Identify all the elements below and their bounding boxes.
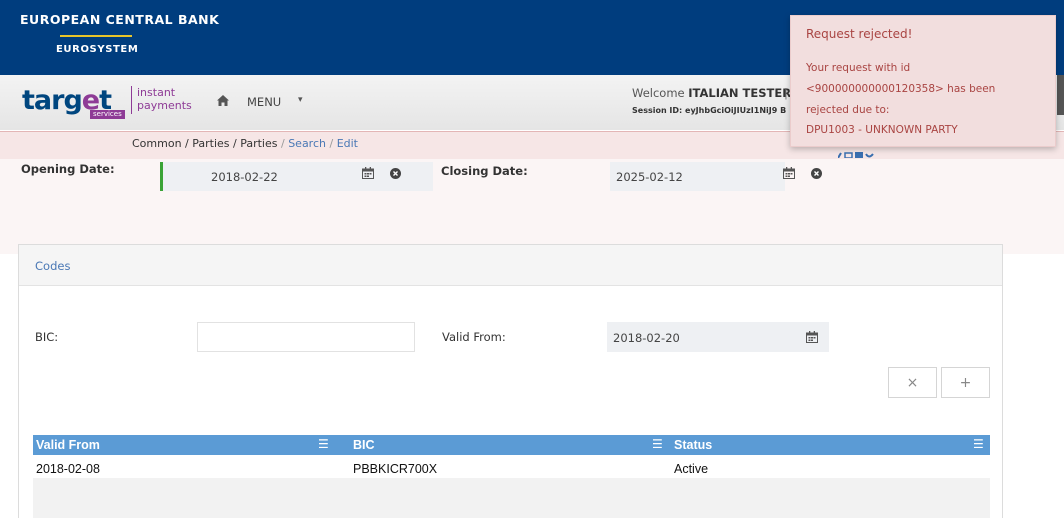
column-header-status[interactable]: Status bbox=[674, 438, 712, 452]
cell-bic[interactable]: PBBKICR700X bbox=[353, 462, 437, 476]
welcome-separator: | bbox=[784, 86, 788, 100]
codes-panel-header bbox=[19, 245, 1002, 286]
bic-input[interactable] bbox=[197, 322, 415, 352]
toast-message-line: DPU1003 - UNKNOWN PARTY bbox=[806, 124, 958, 136]
cell-status[interactable]: Active bbox=[674, 462, 708, 476]
ecb-bank-name: EUROPEAN CENTRAL BANK bbox=[20, 12, 220, 27]
header-right-edge bbox=[1057, 75, 1064, 115]
welcome-prefix: Welcome bbox=[632, 86, 685, 100]
breadcrumb-separator: / bbox=[277, 137, 289, 150]
breadcrumb-edit-link[interactable]: Edit bbox=[337, 137, 358, 150]
toast-title: Request rejected! bbox=[806, 27, 913, 41]
column-header-valid-from[interactable]: Valid From bbox=[36, 438, 100, 452]
closing-date-value: 2025-02-12 bbox=[616, 170, 683, 184]
add-code-button[interactable]: + bbox=[941, 367, 990, 398]
breadcrumb-path: Common / Parties / Parties bbox=[132, 137, 278, 150]
ecb-logo-rule bbox=[60, 35, 132, 37]
valid-from-value: 2018-02-20 bbox=[613, 331, 680, 345]
toast-message-line: rejected due to: bbox=[806, 104, 890, 116]
codes-panel-title[interactable]: Codes bbox=[35, 259, 70, 273]
table-empty-area bbox=[33, 478, 990, 518]
clear-button[interactable]: × bbox=[888, 367, 937, 398]
session-id: Session ID: eyJhbGciOiJIUzI1NiJ9 B bbox=[632, 106, 787, 115]
welcome-text: Welcome ITALIAN TESTER bbox=[632, 86, 791, 100]
toast-message-line: <900000000000120358> has been bbox=[806, 83, 996, 95]
welcome-user: ITALIAN TESTER bbox=[688, 86, 792, 100]
column-header-bic[interactable]: BIC bbox=[353, 438, 375, 452]
menu-button[interactable]: MENU bbox=[247, 95, 281, 109]
logo-services-tag: services bbox=[90, 110, 125, 119]
chevron-down-icon[interactable]: ▾ bbox=[298, 95, 303, 105]
opening-date-value: 2018-02-22 bbox=[211, 170, 278, 184]
calendar-icon[interactable] bbox=[783, 167, 795, 179]
codes-table-header bbox=[33, 435, 990, 455]
logo-instant-text: instant bbox=[137, 86, 176, 99]
column-menu-icon[interactable]: ☰ bbox=[318, 438, 329, 450]
column-menu-icon[interactable]: ☰ bbox=[973, 438, 984, 450]
valid-from-label: Valid From: bbox=[442, 330, 506, 344]
ecb-eurosystem-label: EUROSYSTEM bbox=[56, 44, 139, 55]
breadcrumb-separator: / bbox=[325, 137, 337, 150]
closing-date-label: Closing Date: bbox=[441, 164, 528, 178]
logo-divider bbox=[131, 86, 132, 114]
calendar-icon[interactable] bbox=[362, 167, 374, 179]
logo-part-a: targ bbox=[22, 85, 83, 116]
bic-label: BIC: bbox=[35, 330, 59, 344]
clear-circle-icon[interactable] bbox=[811, 168, 822, 179]
cell-valid-from[interactable]: 2018-02-08 bbox=[36, 462, 100, 476]
opening-date-label: Opening Date: bbox=[21, 162, 115, 176]
home-icon[interactable] bbox=[216, 94, 230, 108]
logo-payments-text: payments bbox=[137, 99, 192, 112]
calendar-icon[interactable] bbox=[806, 331, 818, 343]
logo-instant-payments: instant payments bbox=[137, 86, 192, 112]
toast-message-line: Your request with id bbox=[806, 62, 911, 74]
column-menu-icon[interactable]: ☰ bbox=[652, 438, 663, 450]
clear-circle-icon[interactable] bbox=[390, 168, 401, 179]
toolbar-icons[interactable] bbox=[838, 150, 874, 158]
breadcrumb-search-link[interactable]: Search bbox=[288, 137, 326, 150]
breadcrumb: Common / Parties / Parties / Search / Ed… bbox=[132, 137, 358, 150]
